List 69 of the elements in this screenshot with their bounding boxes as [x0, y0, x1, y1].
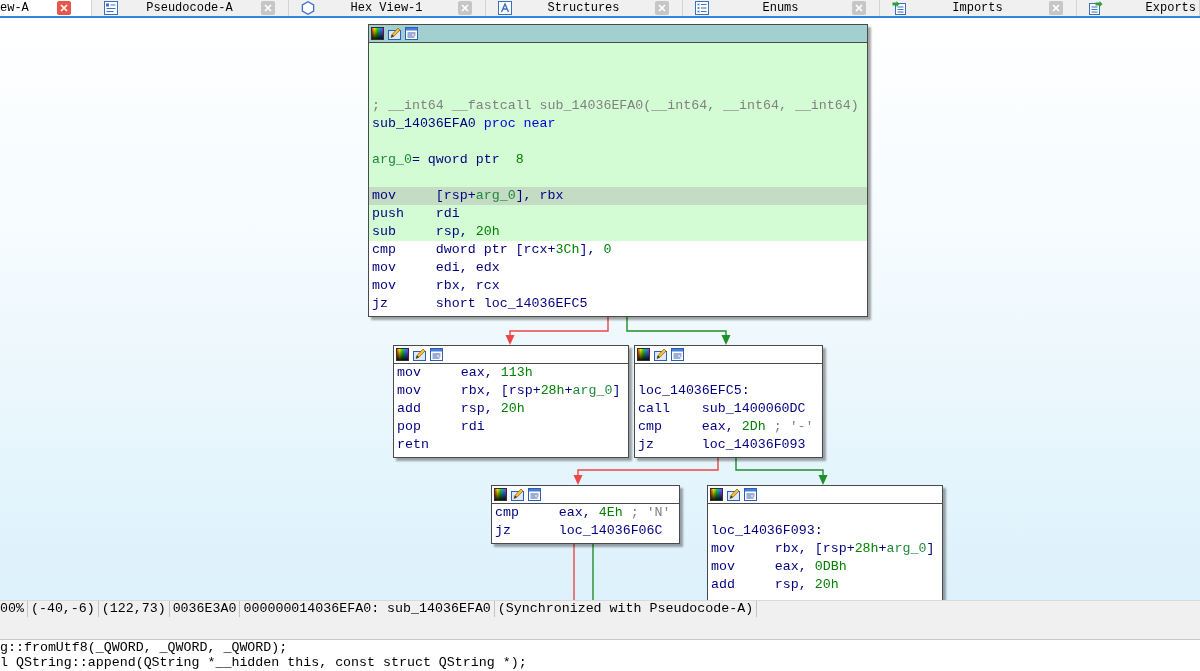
pencil-icon[interactable]: [388, 27, 401, 40]
instruction-operands: sub_1400060DC: [701, 400, 806, 418]
instruction-operands: loc_14036F093: [701, 436, 806, 454]
color-gradient-icon[interactable]: [396, 348, 409, 361]
instruction-mnemonic: cmp: [495, 504, 519, 522]
hexagon-icon: [301, 1, 315, 15]
instruction-operands: rsp, 20h: [435, 223, 500, 241]
instruction-mnemonic: jz: [638, 436, 654, 454]
instruction-operands: [rsp+arg_0], rbx: [435, 187, 564, 205]
instruction-operands: eax, 2Dh ; '-': [701, 418, 814, 436]
letter-a-icon: [498, 1, 512, 15]
window-icon[interactable]: [528, 488, 541, 501]
code-label: sub_14036EFA0 proc near: [372, 115, 556, 133]
instruction-mnemonic: mov: [372, 259, 396, 277]
instruction-mnemonic: cmp: [638, 418, 662, 436]
instruction-mnemonic: sub: [372, 223, 396, 241]
branch-line: [573, 543, 575, 600]
list-icon: [695, 1, 709, 15]
instruction-operands: eax, 4Eh ; 'N': [558, 504, 671, 522]
instruction-operands: rdi: [435, 205, 460, 223]
instruction-mnemonic: mov: [397, 382, 421, 400]
instruction-mnemonic: push: [372, 205, 404, 223]
instruction-mnemonic: retn: [397, 436, 429, 454]
code-label: loc_14036F093:: [711, 522, 823, 540]
color-gradient-icon[interactable]: [494, 488, 507, 501]
instruction-mnemonic: mov: [397, 364, 421, 382]
variable-declaration: arg_0= qword ptr 8: [372, 151, 524, 169]
instruction-mnemonic: mov: [372, 277, 396, 295]
instruction-operands: rsp, 20h: [460, 400, 525, 418]
color-gradient-icon[interactable]: [371, 27, 384, 40]
instruction-mnemonic: cmp: [372, 241, 396, 259]
window-icon[interactable]: [405, 27, 418, 40]
instruction-mnemonic: jz: [372, 295, 388, 313]
instruction-mnemonic: add: [711, 576, 735, 594]
instruction-operands: rbx, [rsp+28h+arg_0]: [460, 382, 621, 400]
window-icon[interactable]: [430, 348, 443, 361]
pencil-icon[interactable]: [413, 348, 426, 361]
instruction-mnemonic: add: [397, 400, 421, 418]
instruction-mnemonic: mov: [711, 558, 735, 576]
pencil-icon[interactable]: [654, 348, 667, 361]
instruction-operands: edi, edx: [435, 259, 500, 277]
output-line: g::fromUtf8(_QWORD, _QWORD, _QWORD);: [0, 640, 288, 655]
instruction-operands: eax, 0DBh: [774, 558, 847, 576]
comment-text: ; __int64 __fastcall sub_14036EFA0(__int64, __int64, __int64): [372, 97, 859, 115]
instruction-mnemonic: pop: [397, 418, 421, 436]
instruction-operands: eax, 113h: [460, 364, 533, 382]
branch-line: [592, 543, 594, 600]
tab[interactable]: ew-A: [0, 0, 92, 16]
pencil-icon[interactable]: [511, 488, 524, 501]
instruction-operands: loc_14036F06C: [558, 522, 663, 540]
instruction-operands: rbx, rcx: [435, 277, 500, 295]
instruction-mnemonic: jz: [495, 522, 511, 540]
document-icon: [104, 1, 118, 15]
color-gradient-icon[interactable]: [637, 348, 650, 361]
output-line: l QString::append(QString *__hidden this, const struct QString *);: [0, 655, 527, 670]
pencil-icon[interactable]: [727, 488, 740, 501]
window-icon[interactable]: [744, 488, 757, 501]
color-gradient-icon[interactable]: [710, 488, 723, 501]
instruction-operands: rsp, 20h: [774, 576, 839, 594]
instruction-operands: dword ptr [rcx+3Ch], 0: [435, 241, 612, 259]
instruction-mnemonic: call: [638, 400, 670, 418]
instruction-mnemonic: mov: [372, 187, 396, 205]
code-label: loc_14036EFC5:: [638, 382, 750, 400]
close-icon[interactable]: [57, 1, 71, 15]
instruction-mnemonic: mov: [711, 540, 735, 558]
window-icon[interactable]: [671, 348, 684, 361]
instruction-operands: rbx, [rsp+28h+arg_0]: [774, 540, 935, 558]
instruction-operands: short loc_14036EFC5: [435, 295, 588, 313]
instruction-operands: rdi: [460, 418, 485, 436]
